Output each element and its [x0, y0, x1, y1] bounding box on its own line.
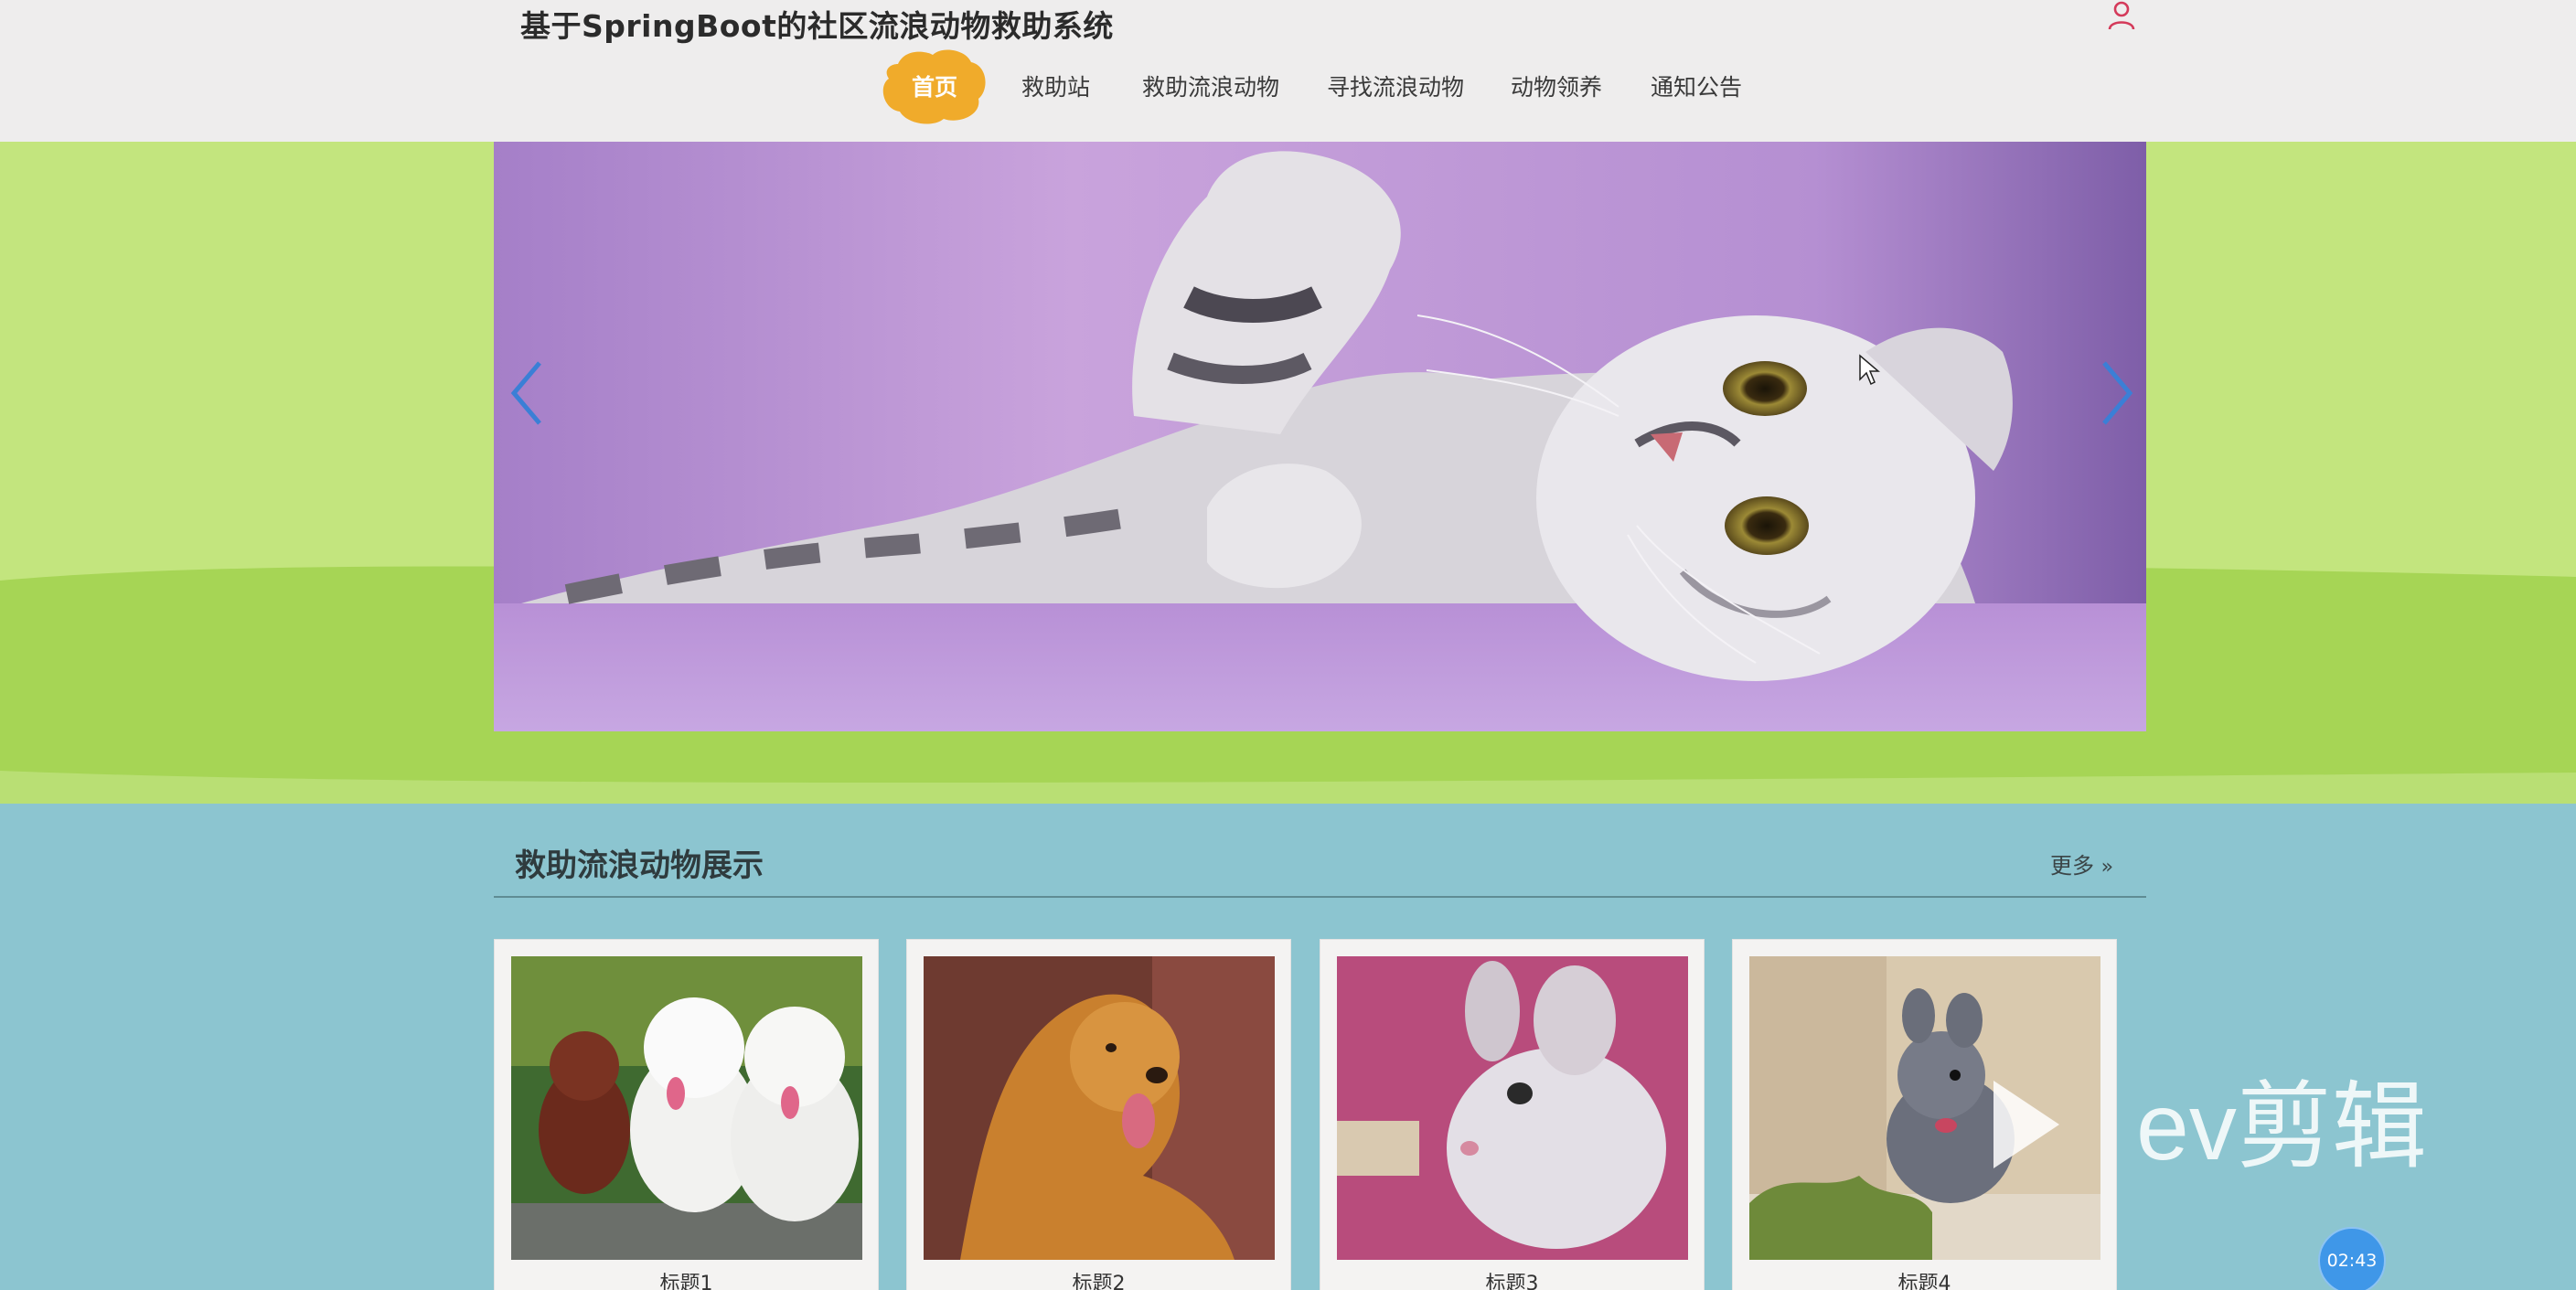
play-icon — [1993, 1081, 2059, 1168]
double-chevron-right-icon: » — [2100, 856, 2114, 879]
mouse-cursor-icon — [1859, 354, 1880, 386]
carousel-next-chevron-right-icon[interactable] — [2088, 352, 2143, 434]
golden-retriever-photo — [924, 956, 1275, 1260]
rescue-animals-section: 救助流浪动物展示 更多 » 标题1 标题2 标题3 标题4 — [0, 804, 2576, 1290]
ev-editor-watermark: ev剪辑 — [1993, 1074, 2427, 1179]
carousel-prev-chevron-left-icon[interactable] — [501, 352, 556, 434]
site-title: 基于SpringBoot的社区流浪动物救助系统 — [520, 8, 1114, 44]
animal-card[interactable]: 标题3 — [1320, 939, 1705, 1290]
more-link-label: 更多 — [2050, 853, 2094, 879]
site-header: 基于SpringBoot的社区流浪动物救助系统 首页 救助站 救助流浪动物 寻找… — [0, 0, 2576, 142]
more-link[interactable]: 更多 » — [2050, 848, 2113, 880]
animal-card[interactable]: 标题2 — [906, 939, 1291, 1290]
card-caption: 标题1 — [659, 1273, 713, 1290]
section-divider — [494, 896, 2146, 898]
dogs-poodles-photo — [511, 956, 862, 1260]
nav-item-rescue-station[interactable]: 救助站 — [1021, 69, 1090, 102]
watermark-text: ev剪辑 — [2136, 1074, 2427, 1179]
nav-item-find-animals[interactable]: 寻找流浪动物 — [1327, 69, 1464, 102]
card-caption: 标题2 — [1072, 1273, 1126, 1290]
carousel-banner-image[interactable] — [494, 142, 2146, 731]
main-nav: 首页 救助站 救助流浪动物 寻找流浪动物 动物领养 通知公告 — [0, 55, 2576, 113]
user-icon[interactable] — [2106, 0, 2137, 31]
nav-item-home[interactable]: 首页 — [912, 69, 957, 102]
chinchilla-white-photo — [1337, 956, 1688, 1260]
section-title: 救助流浪动物展示 — [515, 848, 764, 884]
nav-item-rescue-animals[interactable]: 救助流浪动物 — [1142, 69, 1279, 102]
nav-item-adoption[interactable]: 动物领养 — [1511, 69, 1602, 102]
nav-item-notices[interactable]: 通知公告 — [1651, 69, 1742, 102]
recording-timer: 02:43 — [2318, 1227, 2386, 1290]
hero-area — [0, 142, 2576, 804]
card-caption: 标题3 — [1485, 1273, 1539, 1290]
animal-card[interactable]: 标题1 — [494, 939, 879, 1290]
card-caption: 标题4 — [1897, 1273, 1951, 1290]
